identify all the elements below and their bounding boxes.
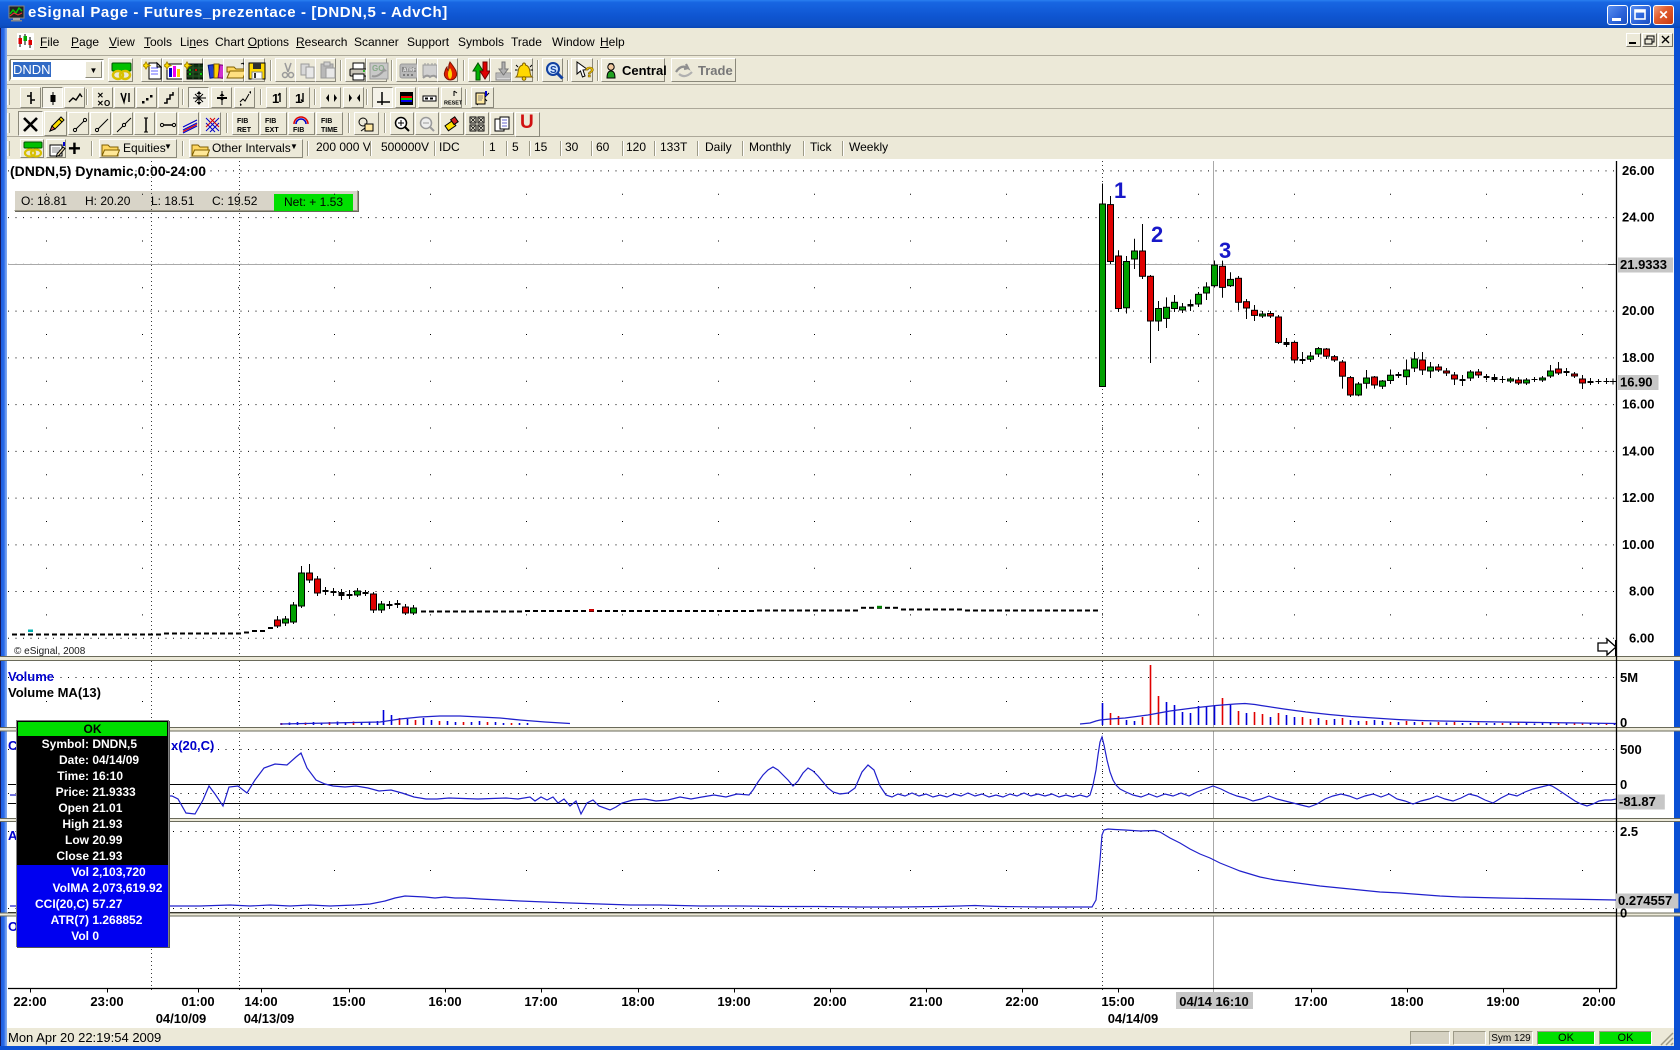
svg-text:500: 500 bbox=[1620, 742, 1642, 757]
svg-text:19:00: 19:00 bbox=[1486, 994, 1519, 1009]
svg-text:15:00: 15:00 bbox=[332, 994, 365, 1009]
svg-text:1: 1 bbox=[1114, 178, 1126, 203]
svg-text:14:00: 14:00 bbox=[244, 994, 277, 1009]
svg-text:24.00: 24.00 bbox=[1622, 210, 1655, 225]
svg-text:Volume MA(13): Volume MA(13) bbox=[8, 685, 101, 700]
svg-text:26.00: 26.00 bbox=[1622, 163, 1655, 178]
svg-text:17:00: 17:00 bbox=[524, 994, 557, 1009]
svg-text:16.90: 16.90 bbox=[1620, 375, 1653, 390]
svg-text:21.9333: 21.9333 bbox=[1620, 257, 1667, 272]
svg-text:22:00: 22:00 bbox=[13, 994, 46, 1009]
svg-text:0: 0 bbox=[1620, 777, 1627, 792]
svg-text:17:00: 17:00 bbox=[1294, 994, 1327, 1009]
svg-text:20:00: 20:00 bbox=[1582, 994, 1615, 1009]
svg-text:04/14 16:10: 04/14 16:10 bbox=[1179, 994, 1248, 1009]
svg-text:01:00: 01:00 bbox=[181, 994, 214, 1009]
svg-text:22:00: 22:00 bbox=[1005, 994, 1038, 1009]
svg-text:14.00: 14.00 bbox=[1622, 443, 1655, 458]
svg-text:18:00: 18:00 bbox=[1390, 994, 1423, 1009]
svg-text:15:00: 15:00 bbox=[1101, 994, 1134, 1009]
svg-text:0: 0 bbox=[1620, 715, 1627, 730]
svg-text:5M: 5M bbox=[1620, 670, 1638, 685]
svg-text:18.00: 18.00 bbox=[1622, 350, 1655, 365]
svg-text:04/13/09: 04/13/09 bbox=[244, 1011, 295, 1026]
svg-text:20:00: 20:00 bbox=[813, 994, 846, 1009]
svg-text:3: 3 bbox=[1219, 238, 1231, 263]
svg-text:0: 0 bbox=[1620, 906, 1627, 921]
svg-text:19:00: 19:00 bbox=[717, 994, 750, 1009]
svg-text:2.5: 2.5 bbox=[1620, 824, 1638, 839]
svg-text:23:00: 23:00 bbox=[90, 994, 123, 1009]
svg-text:21:00: 21:00 bbox=[909, 994, 942, 1009]
svg-text:12.00: 12.00 bbox=[1622, 490, 1655, 505]
svg-text:20.00: 20.00 bbox=[1622, 303, 1655, 318]
svg-text:10.00: 10.00 bbox=[1622, 537, 1655, 552]
svg-text:04/10/09: 04/10/09 bbox=[156, 1011, 207, 1026]
svg-text:18:00: 18:00 bbox=[621, 994, 654, 1009]
svg-text:© eSignal, 2008: © eSignal, 2008 bbox=[14, 646, 86, 657]
svg-text:x(20,C): x(20,C) bbox=[171, 738, 214, 753]
svg-text:2: 2 bbox=[1151, 222, 1163, 247]
svg-text:04/14/09: 04/14/09 bbox=[1108, 1011, 1159, 1026]
svg-text:8.00: 8.00 bbox=[1629, 584, 1654, 599]
svg-text:Volume: Volume bbox=[8, 669, 54, 684]
svg-text:16.00: 16.00 bbox=[1622, 397, 1655, 412]
svg-text:6.00: 6.00 bbox=[1629, 630, 1654, 645]
svg-text:-81.87: -81.87 bbox=[1619, 794, 1656, 809]
svg-text:16:00: 16:00 bbox=[428, 994, 461, 1009]
